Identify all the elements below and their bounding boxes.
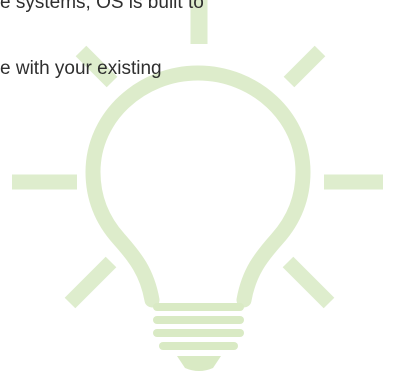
light-ray-lower-right (282, 256, 335, 309)
body-text-line-1: e systems, OS is built to (0, 0, 204, 13)
body-text-line-2: e with your existing (0, 58, 162, 79)
bulb-tip (177, 356, 221, 371)
content-panel: e systems, OS is built to e with your ex… (0, 0, 395, 386)
bulb-glass (85, 65, 311, 308)
light-ray-lower-left (64, 256, 117, 309)
light-ray-upper-right (283, 45, 326, 88)
